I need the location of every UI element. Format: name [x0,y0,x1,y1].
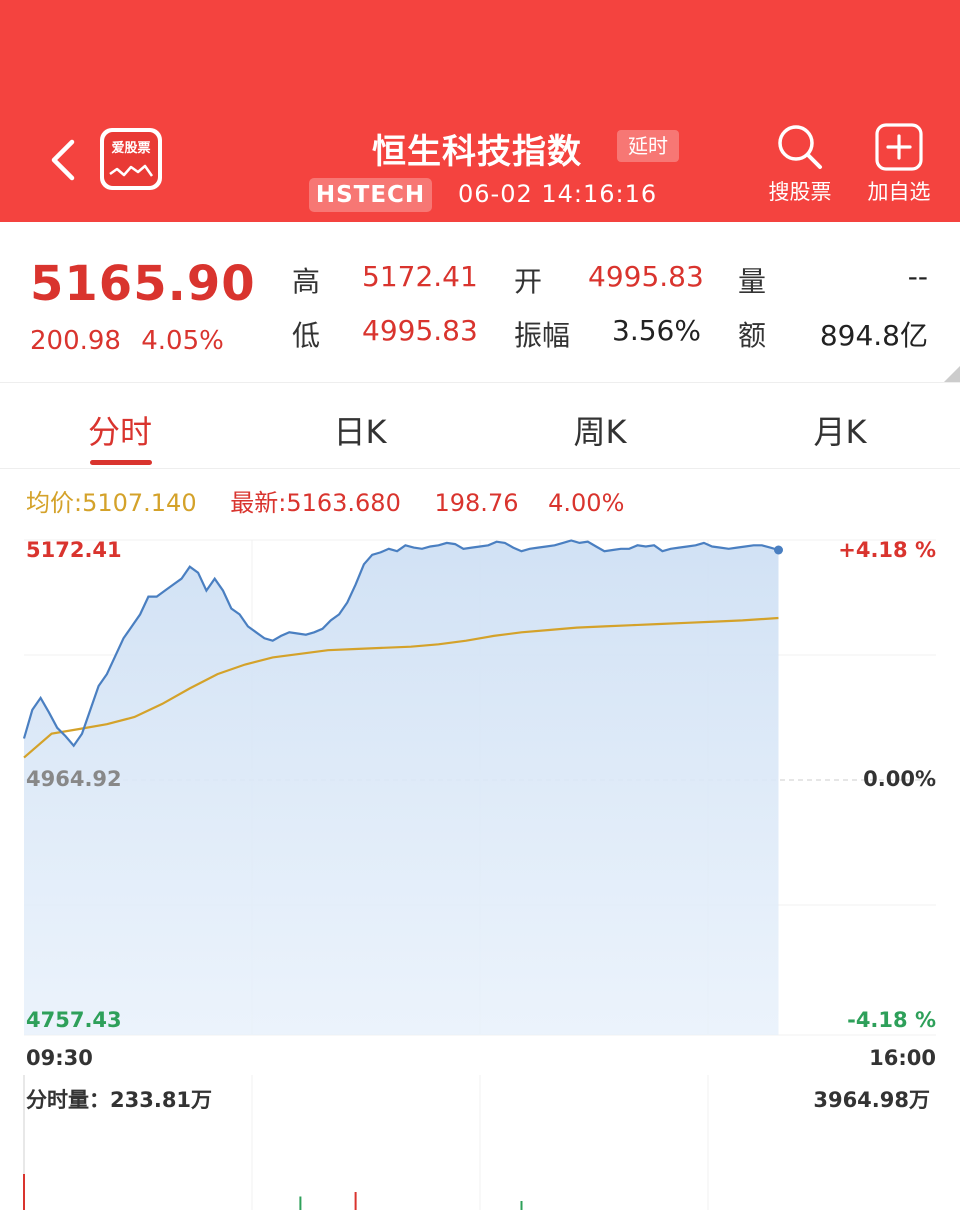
page-title: 恒生科技指数 [372,132,582,172]
time-end-label: 16:00 [869,1046,936,1070]
search-stock-label: 搜股票 [768,180,832,204]
low-value: 4995.83 [362,314,478,347]
y-max-label: 5172.41 [26,538,122,562]
y-min-label: 4757.43 [26,1008,122,1032]
pct-min-label: -4.18 % [847,1008,936,1032]
stock-code-badge: HSTECH [309,178,432,212]
latest-price: 最新:5163.680 [230,489,401,517]
high-label: 高 [292,265,321,298]
y-mid-label: 4964.92 [26,767,122,791]
chevron-left-icon [51,139,75,181]
active-tab-indicator [90,460,152,465]
stock-trend-icon [109,164,154,177]
volume-bar [520,1201,523,1210]
volume-bar [23,1174,25,1210]
quote-panel: 5165.90 200.98 4.05% 高 5172.41 开 4995.83… [0,222,960,383]
change-percent: 4.05% [141,326,224,356]
add-icon [875,123,923,171]
open-value: 4995.83 [588,260,704,293]
add-watchlist-label: 加自选 [867,180,931,204]
app-header: 爱股票 恒生科技指数 延时 HSTECH 06-02 14:16:16 搜股票 … [0,0,960,222]
amount-label: 额 [738,319,767,352]
volume-value-label: 分时量：233.81万 [26,1088,213,1112]
high-value: 5172.41 [362,260,478,293]
search-stock-button[interactable]: 搜股票 [755,120,845,206]
price-area [24,540,779,1035]
price-change: 200.98 4.05% [30,326,224,356]
amplitude-label: 振幅 [514,319,571,352]
latest-change-percent: 4.00% [548,489,625,517]
volume-bars [23,1174,523,1210]
volume-bar [299,1196,302,1210]
tab-weekly-k[interactable]: 周K [540,407,660,453]
change-value: 200.98 [30,326,121,356]
app-logo[interactable]: 爱股票 [100,128,162,190]
latest-point [774,545,783,555]
quote-datetime: 06-02 14:16:16 [458,180,658,208]
back-button[interactable] [44,130,84,190]
volume-max-label: 3964.98万 [813,1088,930,1112]
intraday-info: 均价:5107.140 最新:5163.680 198.76 4.00% [26,483,624,518]
app-logo-text: 爱股票 [111,141,151,156]
volume-value: -- [907,260,928,293]
tab-intraday[interactable]: 分时 [60,407,180,453]
tab-daily-k[interactable]: 日K [300,407,420,453]
pct-mid-label: 0.00% [863,767,936,791]
amplitude-value: 3.56% [612,314,701,347]
open-label: 开 [514,265,543,298]
pct-max-label: +4.18 % [838,538,936,562]
time-start-label: 09:30 [26,1046,93,1070]
expand-corner-icon[interactable] [944,366,960,382]
amount-value: 894.8亿 [819,319,928,352]
search-icon [778,125,822,169]
tab-monthly-k[interactable]: 月K [780,407,900,453]
intraday-chart[interactable]: 5172.41 4964.92 4757.43 +4.18 % 0.00% -4… [0,520,960,1210]
add-watchlist-button[interactable]: 加自选 [854,120,944,206]
latest-change: 198.76 [434,489,519,517]
low-label: 低 [292,319,321,352]
average-price: 均价:5107.140 [26,489,197,517]
volume-bar [354,1192,357,1210]
chart-tabs: 分时 日K 周K 月K [0,383,960,469]
delay-badge: 延时 [617,130,679,162]
current-price: 5165.90 [30,256,256,312]
volume-label: 量 [738,265,767,298]
